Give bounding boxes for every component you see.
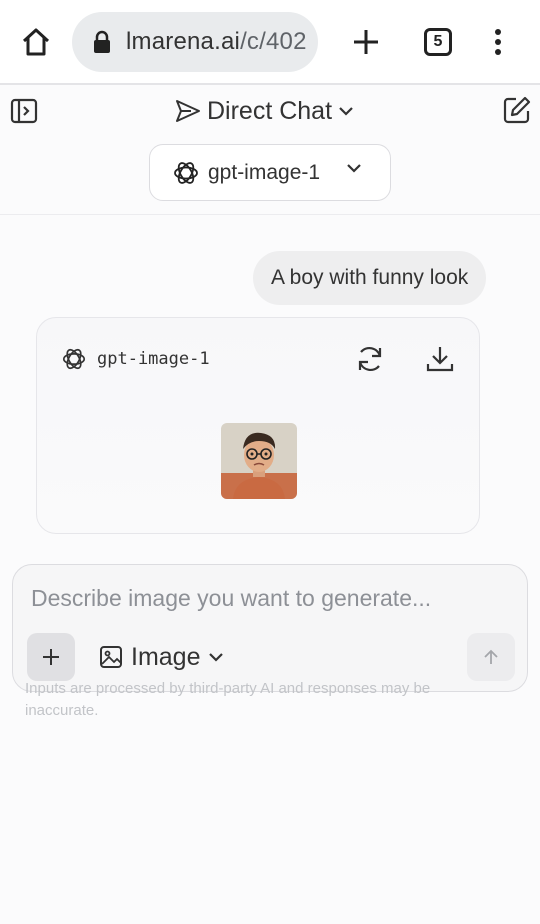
plus-icon bbox=[354, 30, 378, 54]
browser-menu-button[interactable] bbox=[484, 22, 512, 62]
chevron-down-icon bbox=[209, 653, 224, 662]
browser-toolbar: lmarena.ai/c/402 5 bbox=[0, 0, 540, 85]
sidebar-toggle-icon[interactable] bbox=[10, 97, 38, 125]
arrow-up-icon bbox=[484, 649, 498, 664]
attach-button[interactable] bbox=[27, 633, 75, 681]
send-icon bbox=[176, 100, 200, 122]
user-message-bubble: A boy with funny look bbox=[253, 251, 487, 305]
chat-mode-selector[interactable]: Direct Chat bbox=[175, 93, 354, 129]
chevron-down-icon bbox=[347, 164, 361, 173]
disclaimer-text: Inputs are processed by third-party AI a… bbox=[25, 680, 431, 719]
user-message-text: A boy with funny look bbox=[271, 266, 469, 289]
kebab-menu-icon bbox=[495, 29, 501, 55]
plus-icon bbox=[43, 649, 59, 665]
image-mode-selector[interactable]: Image bbox=[99, 637, 224, 677]
model-selector[interactable]: gpt-image-1 bbox=[149, 144, 391, 201]
tab-switcher-button[interactable]: 5 bbox=[424, 28, 452, 56]
prompt-composer: Image bbox=[12, 564, 528, 692]
prompt-input[interactable] bbox=[31, 585, 511, 612]
openai-logo-icon bbox=[62, 348, 86, 370]
image-mode-label: Image bbox=[131, 642, 201, 671]
lock-icon bbox=[94, 30, 110, 53]
address-bar[interactable]: lmarena.ai/c/402 bbox=[72, 12, 318, 72]
response-card: gpt-image-1 bbox=[36, 317, 480, 534]
image-icon bbox=[100, 646, 122, 668]
edit-icon[interactable] bbox=[502, 95, 532, 125]
send-button[interactable] bbox=[467, 633, 515, 681]
home-icon bbox=[22, 28, 50, 56]
url-host: lmarena.ai bbox=[126, 28, 241, 55]
model-label: gpt-image-1 bbox=[208, 160, 321, 184]
response-model-header: gpt-image-1 bbox=[61, 346, 210, 372]
url-path: /c/402 bbox=[240, 28, 307, 55]
refresh-icon[interactable] bbox=[355, 344, 385, 374]
tab-count: 5 bbox=[433, 33, 443, 50]
home-button[interactable] bbox=[16, 22, 56, 62]
generated-image[interactable] bbox=[221, 423, 297, 499]
new-tab-button[interactable] bbox=[346, 22, 386, 62]
url-text: lmarena.ai/c/402 bbox=[126, 28, 307, 56]
openai-logo-icon bbox=[174, 161, 198, 184]
app-header: Direct Chat gpt-image-1 bbox=[0, 87, 540, 215]
response-model-label: gpt-image-1 bbox=[97, 349, 210, 369]
chat-mode-label: Direct Chat bbox=[207, 96, 333, 125]
boy-portrait-image bbox=[221, 423, 297, 499]
download-icon[interactable] bbox=[425, 344, 455, 374]
chevron-down-icon bbox=[339, 107, 353, 116]
